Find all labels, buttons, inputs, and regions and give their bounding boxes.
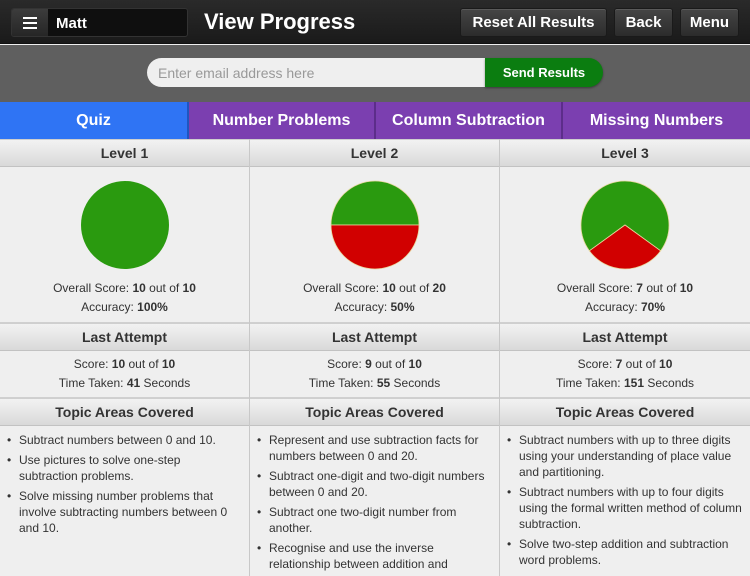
accuracy: Accuracy: 100% [81, 300, 168, 314]
send-results-button[interactable]: Send Results [485, 58, 603, 87]
topic-list: Subtract numbers between 0 and 10. Use p… [0, 426, 249, 536]
tab-column-subtraction[interactable]: Column Subtraction [376, 102, 563, 139]
last-score: Score: 10 out of 10 [73, 357, 176, 371]
level-title: Level 2 [250, 139, 499, 167]
chart-cell: Overall Score: 7 out of 10 Accuracy: 70% [500, 167, 750, 323]
overall-score: Overall Score: 10 out of 20 [303, 281, 446, 295]
score-pie-chart [580, 180, 670, 270]
user-menu-button[interactable] [12, 9, 48, 36]
time-taken: Time Taken: 151 Seconds [555, 376, 695, 390]
chart-cell: Overall Score: 10 out of 10 Accuracy: 10… [0, 167, 249, 323]
list-item: Use pictures to solve one-step subtracti… [7, 452, 241, 484]
last-attempt-cell: Score: 9 out of 10 Time Taken: 55 Second… [250, 351, 499, 398]
pie-slice-incorrect [330, 224, 419, 270]
back-button[interactable]: Back [614, 8, 673, 37]
list-item: Subtract numbers with up to three digits… [507, 432, 742, 480]
list-item: Subtract numbers with up to four digits … [507, 484, 742, 532]
tab-missing-numbers[interactable]: Missing Numbers [563, 102, 750, 139]
topic-areas-header: Topic Areas Covered [0, 398, 249, 426]
last-attempt-header: Last Attempt [250, 323, 499, 351]
pie-slice-correct [330, 180, 419, 226]
last-attempt-cell: Score: 10 out of 10 Time Taken: 41 Secon… [0, 351, 249, 398]
level-column: Level 2 Overall Score: 10 out of 20 Accu… [250, 139, 500, 576]
score-pie-chart [330, 180, 419, 270]
top-bar: Matt View Progress Reset All Results Bac… [0, 0, 750, 44]
hamburger-icon [23, 16, 37, 29]
tab-bar: Quiz Number Problems Column Subtraction … [0, 102, 750, 139]
username: Matt [56, 15, 87, 32]
list-item: Subtract one two-digit number from anoth… [257, 504, 491, 536]
level-title: Level 3 [500, 139, 750, 167]
list-item: Subtract numbers between 0 and 10. [7, 432, 241, 448]
topic-areas-header: Topic Areas Covered [250, 398, 499, 426]
email-input[interactable] [147, 58, 487, 87]
time-taken: Time Taken: 41 Seconds [58, 376, 191, 390]
reset-all-results-button[interactable]: Reset All Results [460, 8, 607, 37]
accuracy: Accuracy: 70% [584, 300, 666, 314]
overall-score: Overall Score: 10 out of 10 [53, 281, 196, 295]
last-score: Score: 7 out of 10 [577, 357, 673, 371]
chart-cell: Overall Score: 10 out of 20 Accuracy: 50… [250, 167, 499, 323]
last-attempt-header: Last Attempt [0, 323, 249, 351]
user-selector[interactable]: Matt [11, 8, 188, 37]
pie-slice-correct [80, 181, 169, 269]
tab-quiz[interactable]: Quiz [0, 102, 189, 139]
topic-list: Represent and use subtraction facts for … [250, 426, 499, 572]
list-item: Subtract one-digit and two-digit numbers… [257, 468, 491, 500]
level-column: Level 1 Overall Score: 10 out of 10 Accu… [0, 139, 250, 576]
menu-button[interactable]: Menu [680, 8, 739, 37]
last-attempt-header: Last Attempt [500, 323, 750, 351]
overall-score: Overall Score: 7 out of 10 [556, 281, 694, 295]
topic-areas-header: Topic Areas Covered [500, 398, 750, 426]
levels-grid: Level 1 Overall Score: 10 out of 10 Accu… [0, 139, 750, 576]
email-bar: Send Results [0, 45, 750, 102]
tab-number-problems[interactable]: Number Problems [189, 102, 376, 139]
accuracy: Accuracy: 50% [334, 300, 415, 314]
topic-list: Subtract numbers with up to three digits… [500, 426, 750, 568]
level-title: Level 1 [0, 139, 249, 167]
list-item: Represent and use subtraction facts for … [257, 432, 491, 464]
list-item: Solve two-step addition and subtraction … [507, 536, 742, 568]
list-item: Recognise and use the inverse relationsh… [257, 540, 491, 572]
time-taken: Time Taken: 55 Seconds [308, 376, 441, 390]
list-item: Solve missing number problems that invol… [7, 488, 241, 536]
page-title: View Progress [204, 9, 356, 34]
level-column: Level 3 Overall Score: 7 out of 10 Accur… [500, 139, 750, 576]
last-attempt-cell: Score: 7 out of 10 Time Taken: 151 Secon… [500, 351, 750, 398]
score-pie-chart [80, 181, 169, 269]
last-score: Score: 9 out of 10 [327, 357, 422, 371]
